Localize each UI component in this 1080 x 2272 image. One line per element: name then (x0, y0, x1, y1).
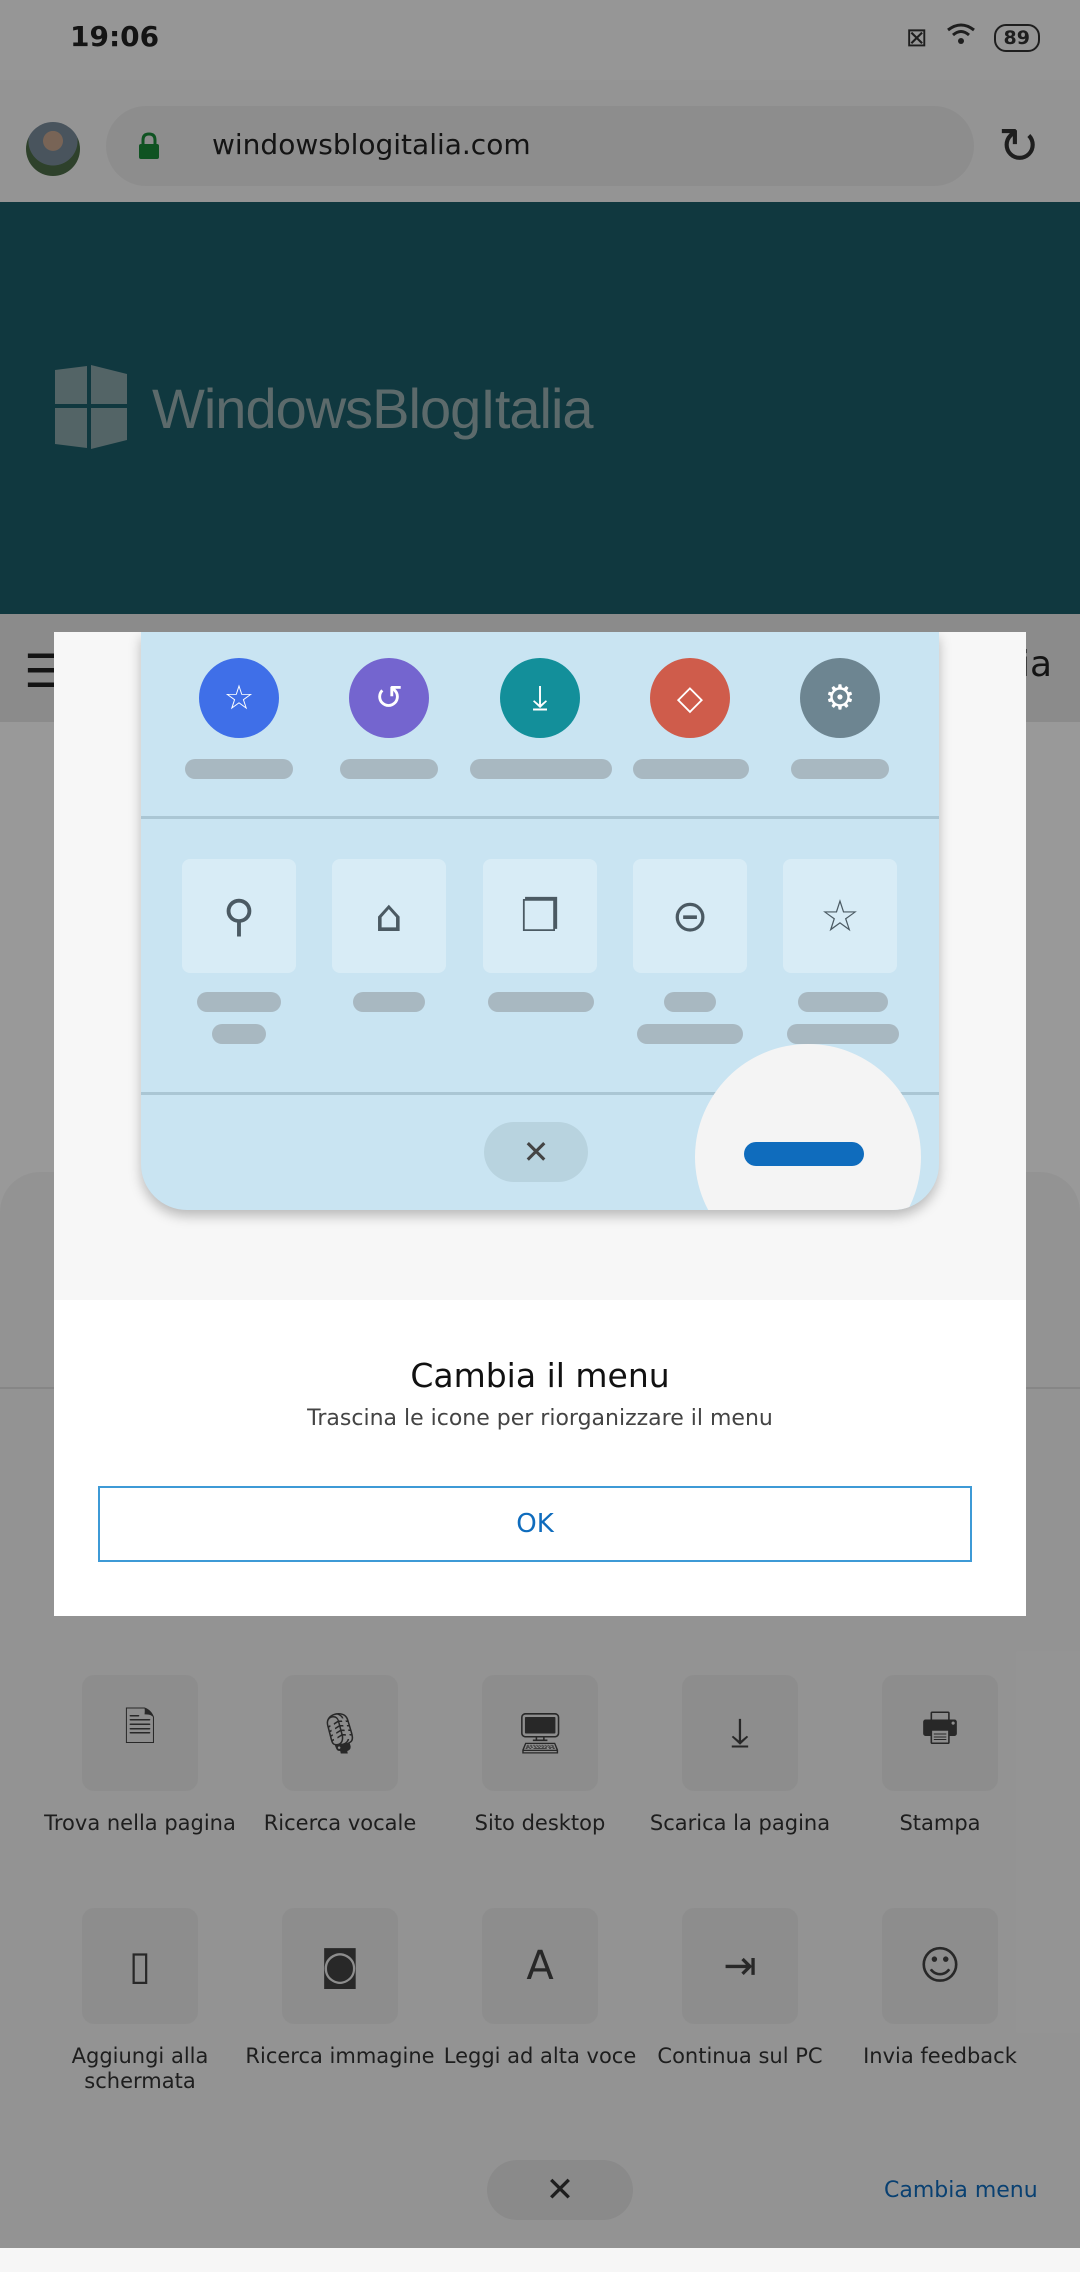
tag-icon: ◇ (650, 658, 730, 738)
history-icon: ↺ (349, 658, 429, 738)
placeholder-label (787, 1024, 899, 1044)
placeholder-label (470, 759, 612, 779)
change-menu-dialog: ☆ ↺ ⤓ ◇ ⚙ ⚲ ⌂ ❐ ⊝ ☆ ✕ Cambia il menu Tra… (54, 632, 1026, 1616)
download-icon: ⤓ (500, 658, 580, 738)
ok-button[interactable]: OK (98, 1486, 972, 1562)
dialog-title: Cambia il menu (410, 1356, 670, 1395)
placeholder-label (488, 992, 594, 1012)
star-icon: ☆ (199, 658, 279, 738)
drag-handle-icon (744, 1142, 864, 1166)
placeholder-label (185, 759, 293, 779)
home-icon: ⌂ (332, 859, 446, 973)
add-favorite-icon: ☆ (783, 859, 897, 973)
close-icon: ✕ (484, 1122, 588, 1182)
placeholder-label (212, 1024, 266, 1044)
dialog-subtitle: Trascina le icone per riorganizzare il m… (307, 1406, 773, 1431)
tabs-icon: ❐ (483, 859, 597, 973)
placeholder-label (340, 759, 438, 779)
placeholder-label (664, 992, 716, 1012)
placeholder-label (197, 992, 281, 1012)
placeholder-label (637, 1024, 743, 1044)
illustration-highlight (695, 1044, 921, 1210)
placeholder-label (353, 992, 425, 1012)
illustration-phone-menu: ☆ ↺ ⤓ ◇ ⚙ ⚲ ⌂ ❐ ⊝ ☆ ✕ (141, 632, 939, 1210)
placeholder-label (791, 759, 889, 779)
vr-headset-icon: ⊝ (633, 859, 747, 973)
settings-icon: ⚙ (800, 658, 880, 738)
placeholder-label (633, 759, 749, 779)
search-icon: ⚲ (182, 859, 296, 973)
illustration-divider (141, 816, 939, 819)
placeholder-label (798, 992, 888, 1012)
dialog-illustration: ☆ ↺ ⤓ ◇ ⚙ ⚲ ⌂ ❐ ⊝ ☆ ✕ (54, 632, 1026, 1300)
